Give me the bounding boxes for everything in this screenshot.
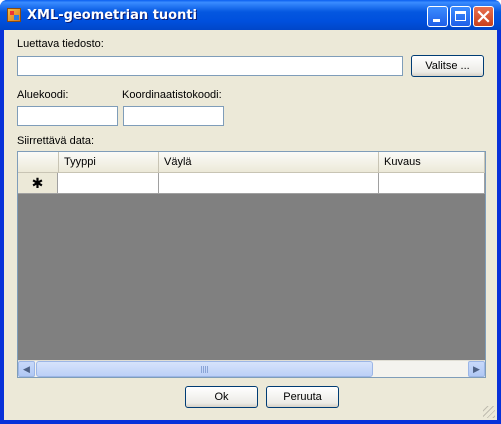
coordinate-system-label: Koordinaatistokoodi: <box>122 89 222 101</box>
grid-header: Tyyppi Väylä Kuvaus <box>18 152 485 173</box>
ok-button[interactable]: Ok <box>185 386 258 408</box>
minimize-icon <box>433 19 440 22</box>
new-row-marker[interactable]: ✱ <box>18 173 58 194</box>
scroll-left-button[interactable]: ◀ <box>18 361 35 377</box>
file-path-input[interactable] <box>17 56 403 76</box>
maximize-button[interactable] <box>450 6 471 27</box>
grip-icon <box>200 366 209 373</box>
dialog-client-area: Luettava tiedosto: Valitse ... Aluekoodi… <box>4 30 497 420</box>
browse-button-label: Valitse ... <box>425 60 470 72</box>
window-title: XML-geometrian tuonti <box>27 8 198 23</box>
app-icon <box>7 8 21 22</box>
area-code-input[interactable] <box>17 106 118 126</box>
data-grid[interactable]: Tyyppi Väylä Kuvaus ✱ ◀ ▶ <box>17 151 486 378</box>
new-row-description-cell[interactable] <box>379 173 485 194</box>
new-row-type-cell[interactable] <box>58 173 159 194</box>
grid-label: Siirrettävä data: <box>17 135 95 147</box>
chevron-right-icon: ▶ <box>473 364 480 374</box>
grid-corner-header[interactable] <box>18 152 59 173</box>
scrollbar-thumb[interactable] <box>36 361 373 377</box>
column-header-channel[interactable]: Väylä <box>159 152 379 173</box>
coordinate-system-input[interactable] <box>123 106 224 126</box>
cancel-button-label: Peruuta <box>283 391 322 403</box>
cancel-button[interactable]: Peruuta <box>266 386 339 408</box>
resize-grip-icon[interactable] <box>483 406 495 418</box>
dialog-window: XML-geometrian tuonti Luettava tiedosto:… <box>0 0 501 424</box>
horizontal-scrollbar[interactable]: ◀ ▶ <box>18 360 485 377</box>
minimize-button[interactable] <box>427 6 448 27</box>
file-label: Luettava tiedosto: <box>17 38 104 50</box>
close-button[interactable] <box>473 6 494 27</box>
new-row: ✱ <box>18 173 485 194</box>
column-header-description[interactable]: Kuvaus <box>379 152 485 173</box>
title-bar[interactable]: XML-geometrian tuonti <box>0 0 501 30</box>
close-icon <box>477 10 490 23</box>
browse-button[interactable]: Valitse ... <box>411 55 484 77</box>
ok-button-label: Ok <box>214 391 229 403</box>
maximize-icon <box>455 11 466 21</box>
chevron-left-icon: ◀ <box>23 364 30 374</box>
new-row-channel-cell[interactable] <box>159 173 379 194</box>
area-code-label: Aluekoodi: <box>17 89 69 101</box>
scroll-right-button[interactable]: ▶ <box>468 361 485 377</box>
column-header-type[interactable]: Tyyppi <box>59 152 159 173</box>
